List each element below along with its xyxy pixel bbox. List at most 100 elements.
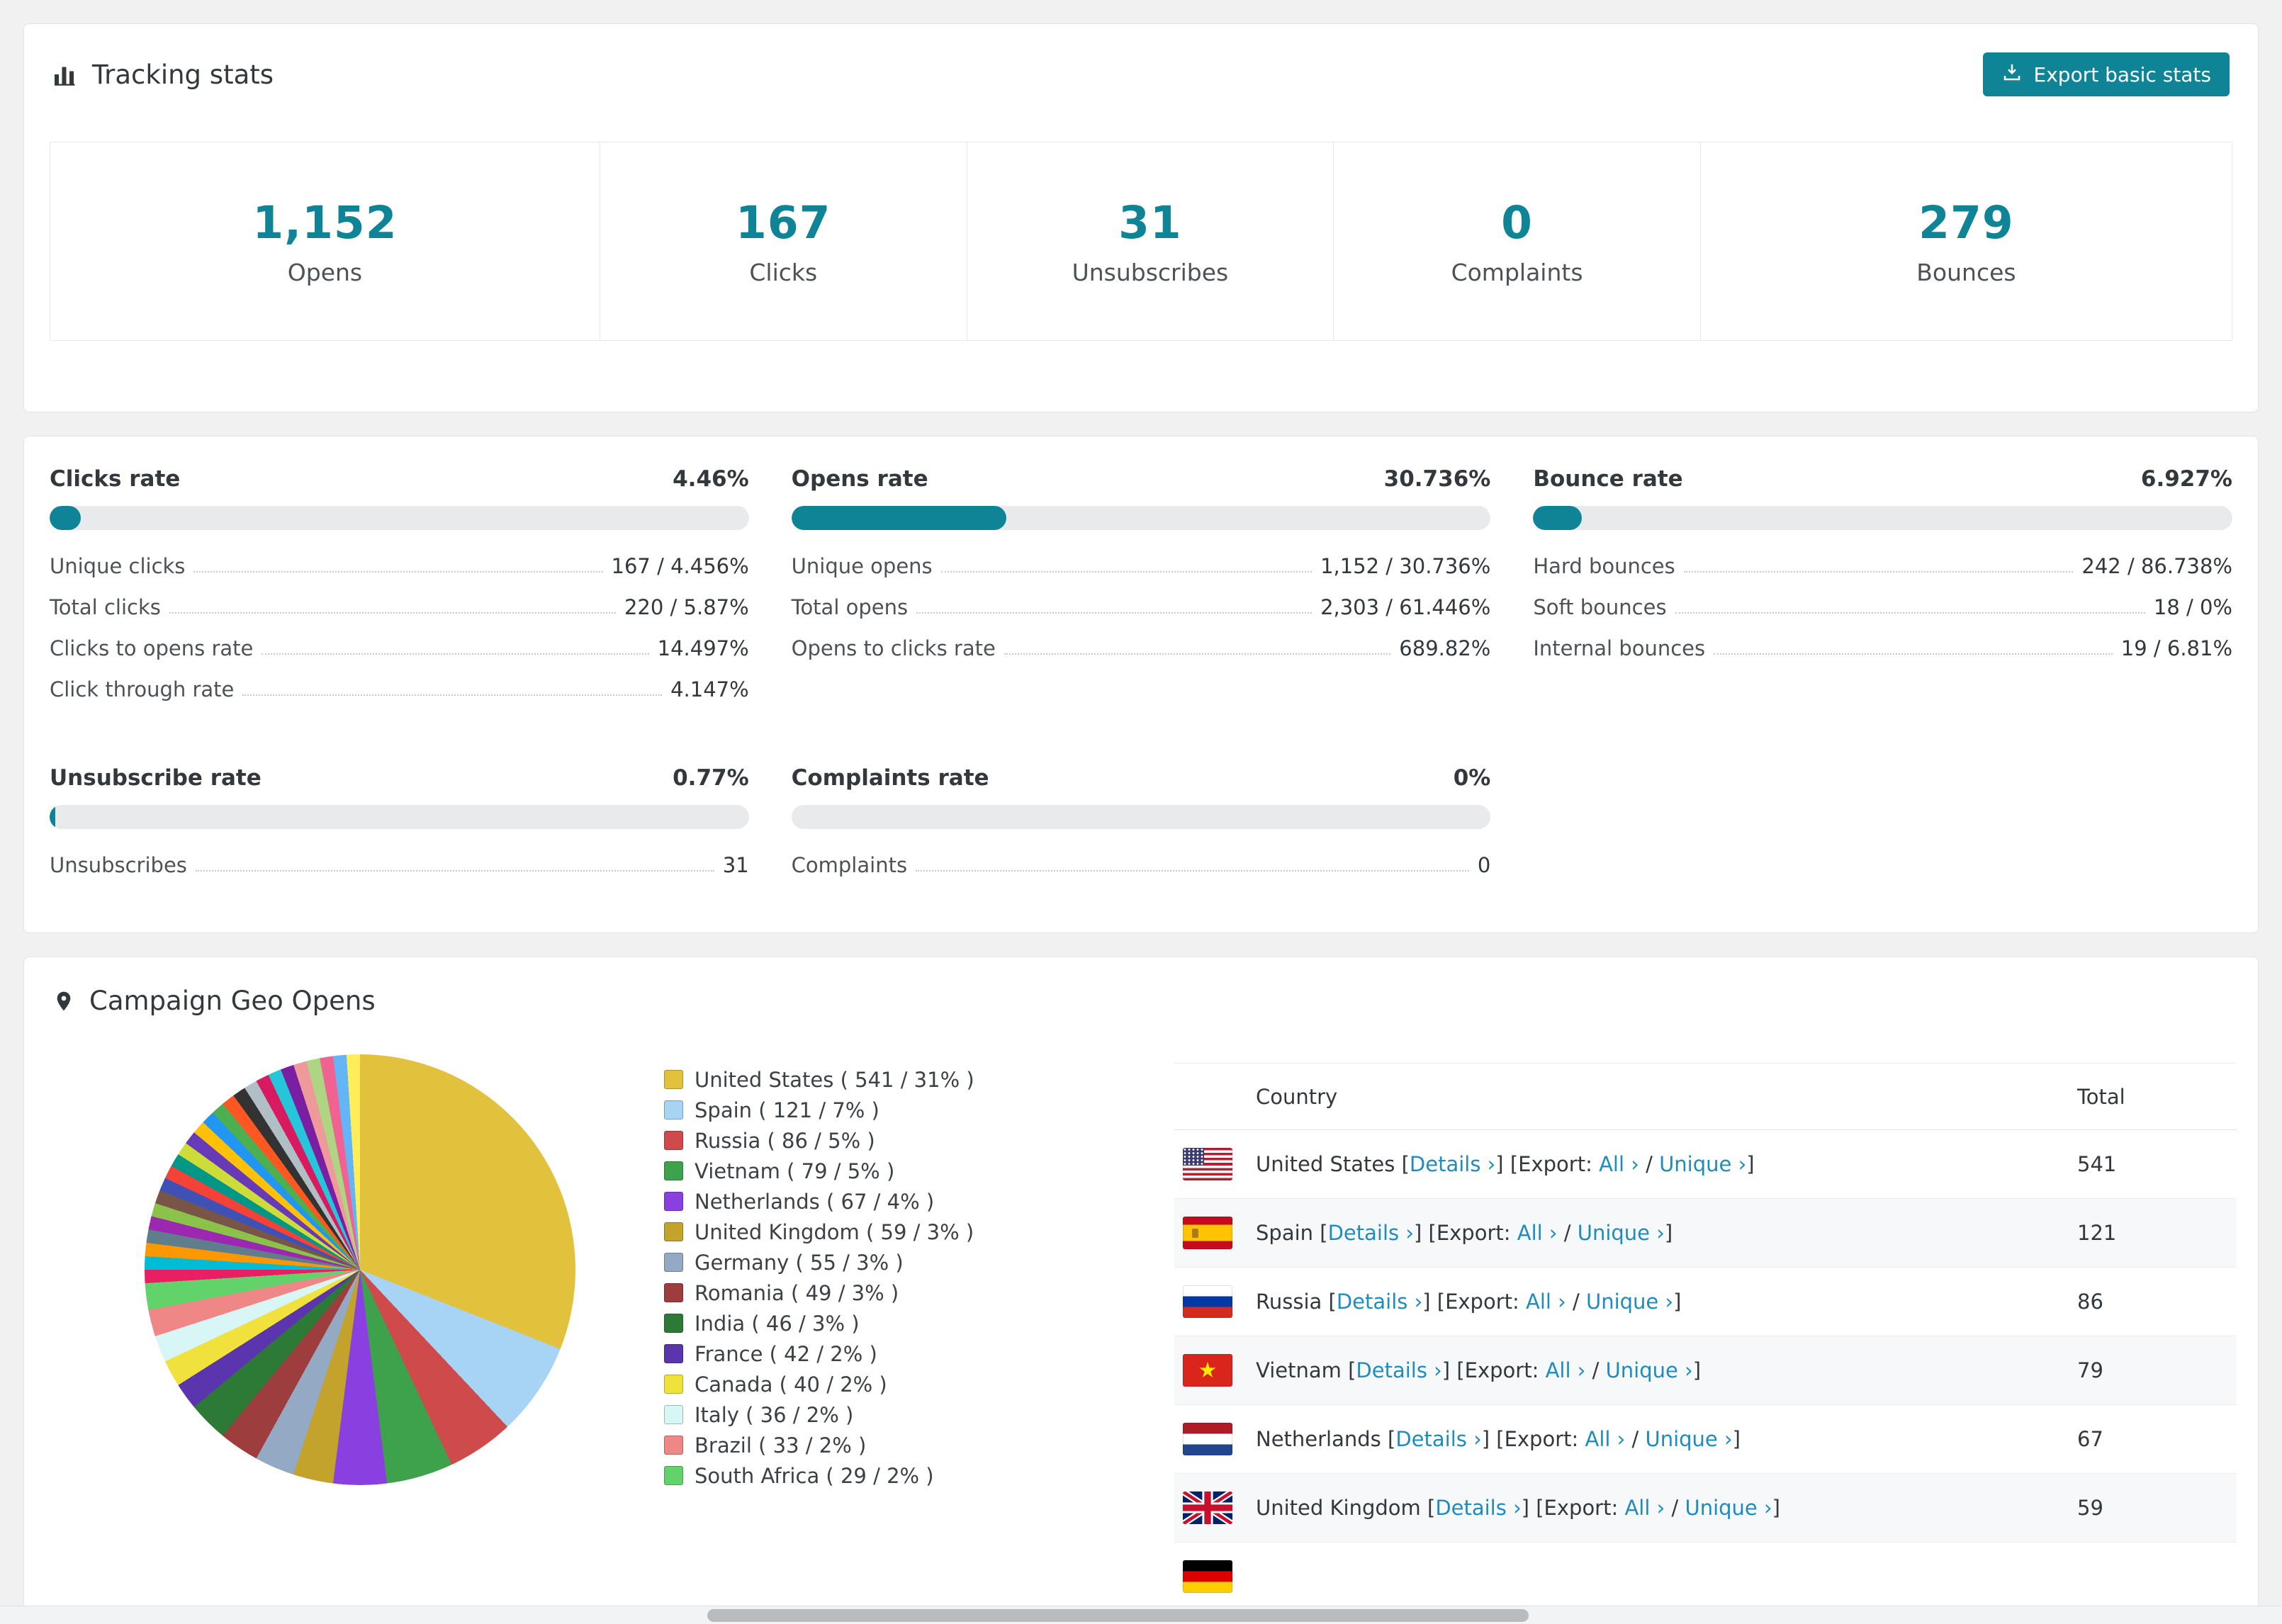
stat-box: 31 Unsubscribes: [966, 142, 1334, 341]
slash-separator: /: [1646, 1151, 1653, 1176]
legend-item: South Africa ( 29 / 2% ): [664, 1460, 1089, 1491]
metric-row: Unique clicks 167 / 4.456%: [50, 537, 749, 578]
table-row: United States [Details ›] [Export: All ›…: [1174, 1130, 2237, 1199]
flag-nl-icon: [1183, 1423, 1232, 1455]
legend-swatch: [664, 1466, 683, 1485]
metric-label: Opens to clicks rate: [791, 636, 996, 660]
legend-label: India ( 46 / 3% ): [695, 1311, 860, 1336]
country-cell: United States [Details ›] [Export: All ›…: [1256, 1150, 2077, 1179]
export-unique-link[interactable]: Unique ›: [1578, 1221, 1665, 1245]
country-name: Spain: [1256, 1220, 1314, 1245]
export-icon: [2001, 62, 2023, 88]
flag-de-icon: [1183, 1560, 1232, 1593]
metric-value: 4.147%: [670, 677, 749, 701]
metric-label: Unique clicks: [50, 554, 186, 578]
bar-chart-icon: [52, 62, 78, 87]
slash-separator: /: [1563, 1220, 1571, 1245]
progress-bar: [1533, 506, 2232, 530]
country-links: [Details ›] [Export: All › / Unique ›]: [1427, 1496, 1780, 1520]
country-total: 121: [2077, 1221, 2117, 1245]
export-label: Export:: [1445, 1289, 1519, 1314]
metric-value: 18 / 0%: [2153, 595, 2232, 619]
metric-row: Unique opens 1,152 / 30.736%: [792, 537, 1491, 578]
dotted-leader: [242, 694, 663, 696]
export-basic-stats-button[interactable]: Export basic stats: [1982, 52, 2230, 96]
country-name: Russia: [1256, 1289, 1322, 1314]
export-unique-link[interactable]: Unique ›: [1685, 1496, 1772, 1520]
metric-value: 19 / 6.81%: [2120, 636, 2232, 660]
progress-fill: [1533, 506, 1582, 530]
export-all-link[interactable]: All ›: [1585, 1427, 1625, 1451]
table-row: Russia [Details ›] [Export: All › / Uniq…: [1174, 1268, 2237, 1336]
export-label: Export:: [1518, 1151, 1592, 1176]
details-link[interactable]: Details ›: [1328, 1221, 1414, 1245]
metric-label: Complaints: [791, 853, 908, 877]
rates-card: Clicks rate 4.46% Unique clicks 167 / 4.…: [23, 436, 2259, 933]
table-row: Spain [Details ›] [Export: All › / Uniqu…: [1174, 1199, 2237, 1268]
legend-label: United States ( 541 / 31% ): [695, 1067, 974, 1092]
details-link[interactable]: Details ›: [1337, 1290, 1422, 1314]
table-row: United Kingdom [Details ›] [Export: All …: [1174, 1474, 2237, 1543]
stat-label: Unsubscribes: [1072, 258, 1229, 286]
legend-label: Netherlands ( 67 / 4% ): [695, 1189, 935, 1214]
rate-value: 0.77%: [673, 765, 749, 791]
country-links: [Details ›] [Export: All › / Unique ›]: [1402, 1152, 1755, 1176]
bracket-close: ]: [1495, 1151, 1504, 1176]
bracket-close: ]: [1521, 1495, 1529, 1520]
stat-boxes: 1,152 Opens 167 Clicks 31 Unsubscribes 0…: [50, 142, 2232, 341]
export-unique-link[interactable]: Unique ›: [1606, 1358, 1693, 1382]
campaign-geo-opens-card: Campaign Geo Opens United States ( 541 /…: [23, 957, 2259, 1612]
country-cell: Russia [Details ›] [Export: All › / Uniq…: [1256, 1287, 2077, 1316]
slash-separator: /: [1671, 1495, 1679, 1520]
export-all-link[interactable]: All ›: [1517, 1221, 1558, 1245]
horizontal-scrollbar-track[interactable]: [0, 1606, 2282, 1624]
dotted-leader: [1714, 653, 2113, 655]
metric-value: 1,152 / 30.736%: [1320, 554, 1491, 578]
rate-rows: Unsubscribes 31: [50, 836, 749, 877]
details-link[interactable]: Details ›: [1356, 1358, 1441, 1382]
metric-value: 0: [1477, 853, 1491, 877]
table-row: Vietnam [Details ›] [Export: All › / Uni…: [1174, 1336, 2237, 1405]
country-column-header: Country: [1256, 1084, 1338, 1109]
metric-value: 2,303 / 61.446%: [1320, 595, 1491, 619]
rate-header: Bounce rate 6.927%: [1533, 466, 2232, 492]
legend-label: United Kingdom ( 59 / 3% ): [695, 1219, 974, 1244]
details-link[interactable]: Details ›: [1395, 1427, 1481, 1451]
export-unique-link[interactable]: Unique ›: [1645, 1427, 1732, 1451]
rate-title: Opens rate: [791, 466, 928, 492]
bracket-close: ]: [1732, 1426, 1741, 1451]
dotted-leader: [193, 571, 603, 573]
legend-label: Germany ( 55 / 3% ): [695, 1250, 904, 1275]
bracket-close: ]: [1692, 1358, 1702, 1382]
bracket-open: [: [1401, 1151, 1410, 1176]
details-link[interactable]: Details ›: [1435, 1496, 1521, 1520]
country-cell: Spain [Details ›] [Export: All › / Uniqu…: [1256, 1219, 2077, 1248]
export-unique-link[interactable]: Unique ›: [1659, 1152, 1746, 1176]
bracket-open: [: [1348, 1358, 1356, 1382]
map-pin-icon: [52, 990, 75, 1013]
geo-title: Campaign Geo Opens: [89, 986, 376, 1016]
geo-opens-pie-chart: [145, 1054, 575, 1485]
details-link[interactable]: Details ›: [1410, 1152, 1495, 1176]
country-links: [Details ›] [Export: All › / Unique ›]: [1388, 1427, 1741, 1451]
country-links: [Details ›] [Export: All › / Unique ›]: [1329, 1290, 1682, 1314]
legend-label: Canada ( 40 / 2% ): [695, 1372, 887, 1397]
export-all-link[interactable]: All ›: [1546, 1358, 1586, 1382]
export-all-link[interactable]: All ›: [1526, 1290, 1566, 1314]
metric-value: 220 / 5.87%: [624, 595, 749, 619]
export-all-link[interactable]: All ›: [1624, 1496, 1665, 1520]
flag-vn-icon: [1183, 1354, 1232, 1387]
country-total: 79: [2077, 1358, 2103, 1382]
metric-row: Clicks to opens rate 14.497%: [50, 619, 749, 660]
rate-header: Clicks rate 4.46%: [50, 466, 749, 492]
country-total: 86: [2077, 1290, 2103, 1314]
rate-value: 30.736%: [1383, 466, 1491, 492]
export-unique-link[interactable]: Unique ›: [1586, 1290, 1673, 1314]
horizontal-scrollbar-thumb[interactable]: [707, 1609, 1529, 1622]
metric-row: Hard bounces 242 / 86.738%: [1533, 537, 2232, 578]
stat-value: 0: [1501, 196, 1533, 249]
export-all-link[interactable]: All ›: [1599, 1152, 1639, 1176]
tracking-stats-header: Tracking stats Export basic stats: [24, 24, 2258, 125]
legend-label: Spain ( 121 / 7% ): [695, 1098, 879, 1122]
progress-fill: [50, 805, 55, 829]
